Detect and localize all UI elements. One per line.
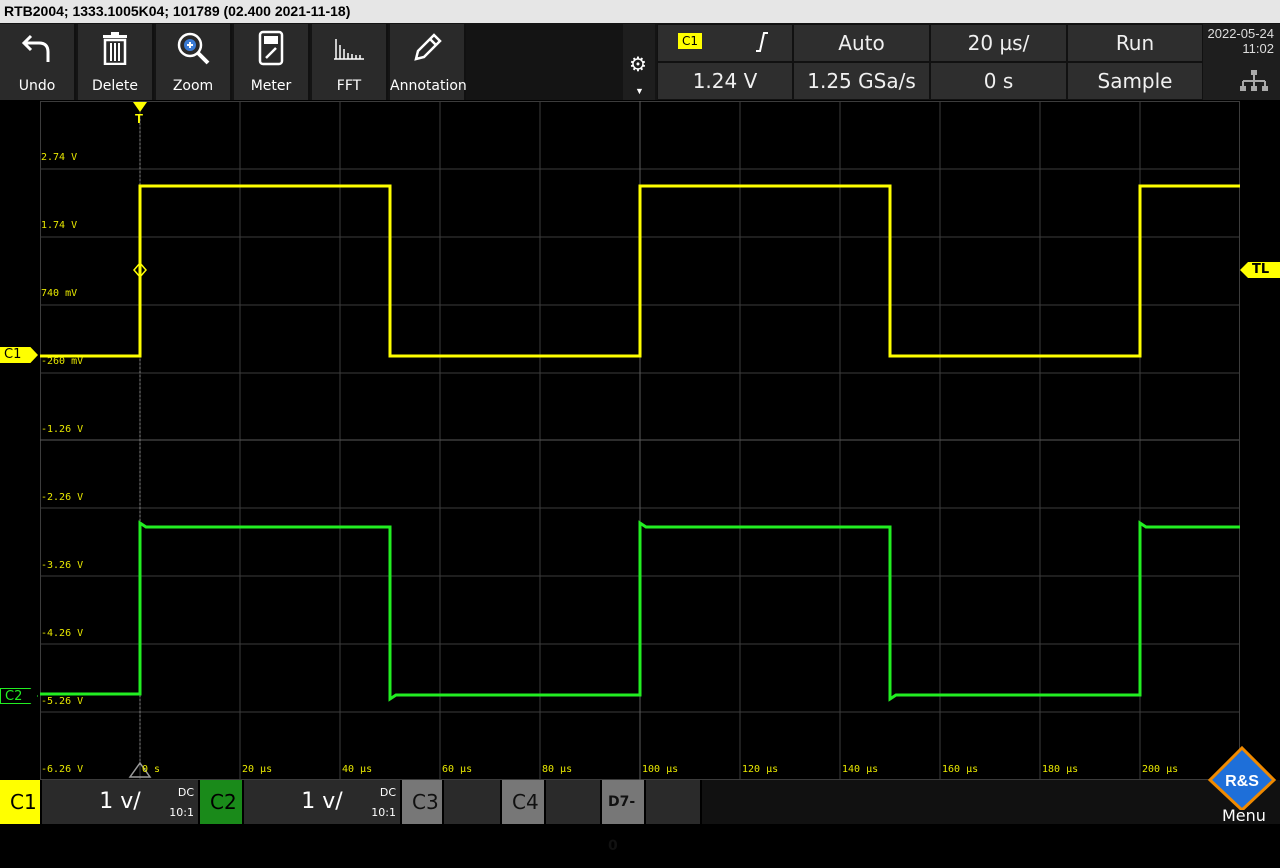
trigger-source-cell[interactable]: C1 <box>657 24 793 62</box>
y-label: -5.26 V <box>41 696 84 707</box>
datetime-box: 2022-05-24 11:02 <box>1203 24 1280 100</box>
ch2-coupling: DC <box>379 786 396 799</box>
trash-icon <box>78 28 152 68</box>
zoom-button[interactable]: Zoom <box>156 24 232 100</box>
network-icon <box>1239 70 1269 95</box>
x-label: 0 s <box>142 764 161 775</box>
ch1-name: C1 <box>10 790 37 814</box>
x-label: 200 µs <box>1142 764 1179 775</box>
menu-label: Menu <box>1222 806 1266 825</box>
undo-label: Undo <box>18 78 56 94</box>
logo-text: R&S <box>1225 773 1259 790</box>
ch3-name: C3 <box>412 790 439 814</box>
x-label: 100 µs <box>642 764 679 775</box>
meter-icon <box>234 28 308 68</box>
digital-name: D7-0 <box>608 794 636 854</box>
x-label: 40 µs <box>342 764 373 775</box>
y-label: -260 mV <box>41 356 84 367</box>
waveform-display[interactable] <box>40 101 1240 780</box>
y-label: -4.26 V <box>41 628 84 639</box>
sample-rate[interactable]: 1.25 GSa/s <box>793 62 930 100</box>
acquisition-mode[interactable]: Sample <box>1067 62 1203 100</box>
y-label: -2.26 V <box>41 492 84 503</box>
delete-button[interactable]: Delete <box>78 24 154 100</box>
ch1-coupling: DC <box>177 786 194 799</box>
delete-label: Delete <box>92 78 138 94</box>
y-label: 740 mV <box>41 288 78 299</box>
annotation-button[interactable]: Annotation <box>390 24 467 100</box>
trigger-source-badge: C1 <box>678 33 703 49</box>
trigger-top-label: T <box>135 111 143 126</box>
time-text: 11:02 <box>1242 41 1274 56</box>
fft-icon <box>312 28 386 68</box>
ch2-name: C2 <box>210 790 237 814</box>
annotation-label: Annotation <box>390 78 467 94</box>
trigger-level-marker[interactable]: TL <box>1240 262 1280 278</box>
trigger-top-marker[interactable]: T <box>133 101 147 127</box>
ch4-settings[interactable] <box>546 780 602 824</box>
meter-button[interactable]: Meter <box>234 24 310 100</box>
y-label: -1.26 V <box>41 424 84 435</box>
rs-logo-icon: R&S <box>1207 745 1277 813</box>
ch4-name: C4 <box>512 790 539 814</box>
menu-button[interactable]: R&S Menu <box>1204 744 1280 825</box>
x-label: 140 µs <box>842 764 879 775</box>
title-bar: RTB2004; 1333.1005K04; 101789 (02.400 20… <box>0 0 1280 23</box>
y-label: 1.74 V <box>41 220 78 231</box>
ch1-probe: 10:1 <box>169 806 194 819</box>
ch2-settings[interactable]: 1 v/ DC 10:1 <box>244 780 402 824</box>
undo-button[interactable]: Undo <box>0 24 76 100</box>
x-label: 20 µs <box>242 764 273 775</box>
trigger-mode[interactable]: Auto <box>793 24 930 62</box>
time-position[interactable]: 0 s <box>930 62 1067 100</box>
y-label: -3.26 V <box>41 560 84 571</box>
meter-label: Meter <box>250 78 292 94</box>
fft-label: FFT <box>336 78 362 94</box>
digital-button[interactable]: D7-0 <box>602 780 646 854</box>
ch1-button[interactable]: C1 <box>0 780 42 824</box>
ch4-button[interactable]: C4 <box>502 780 546 824</box>
x-label: 60 µs <box>442 764 473 775</box>
ch2-probe: 10:1 <box>371 806 396 819</box>
x-label: 180 µs <box>1042 764 1079 775</box>
x-label: 160 µs <box>942 764 979 775</box>
run-stop-button[interactable]: Run <box>1067 24 1203 62</box>
ch2-button[interactable]: C2 <box>200 780 244 824</box>
date-text: 2022-05-24 <box>1207 26 1275 41</box>
ch3-settings[interactable] <box>444 780 502 824</box>
y-label: 2.74 V <box>41 152 78 163</box>
digital-settings[interactable] <box>646 780 702 824</box>
fft-button[interactable]: FFT <box>312 24 388 100</box>
timebase[interactable]: 20 µs/ <box>930 24 1067 62</box>
ch1-settings[interactable]: 1 v/ DC 10:1 <box>42 780 200 824</box>
pencil-icon <box>390 28 464 68</box>
gear-icon: ⚙ <box>629 54 647 76</box>
rising-edge-icon <box>754 31 770 58</box>
settings-button[interactable]: ⚙ ▼ <box>623 24 655 100</box>
ch2-offset-marker[interactable]: C2 <box>0 688 38 704</box>
ch1-offset-marker[interactable]: C1 <box>0 347 38 363</box>
ch3-button[interactable]: C3 <box>402 780 444 824</box>
trigger-level[interactable]: 1.24 V <box>657 62 793 100</box>
x-label: 120 µs <box>742 764 779 775</box>
x-label: 80 µs <box>542 764 573 775</box>
zoom-icon <box>156 28 230 68</box>
y-label: -6.26 V <box>41 764 84 775</box>
undo-arrow-icon <box>0 28 74 68</box>
zoom-label: Zoom <box>172 78 214 94</box>
chevron-down-icon: ▼ <box>635 86 644 96</box>
